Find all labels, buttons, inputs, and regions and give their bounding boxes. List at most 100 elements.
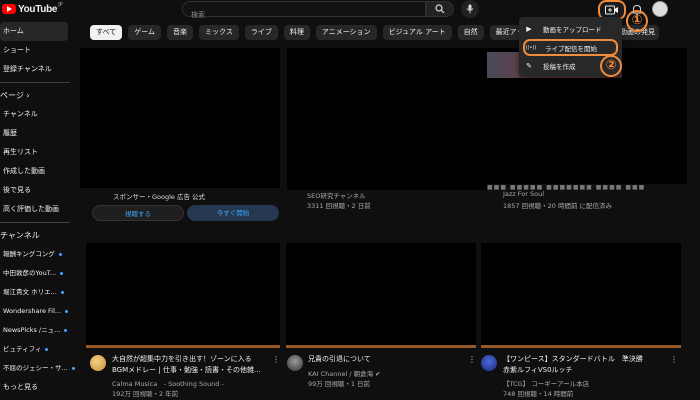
sidebar-item-watch-later[interactable]: 後で見る [0, 181, 76, 200]
annotation-step-1: ① [626, 10, 648, 32]
watch-button[interactable]: 視聴する [92, 205, 184, 221]
chip-mix[interactable]: ミックス [199, 25, 239, 40]
chip-all[interactable]: すべて [90, 25, 123, 40]
channel-avatar[interactable] [90, 355, 106, 371]
new-content-dot [58, 252, 62, 256]
sidebar-sub-label: NewsPicks /ニュ... [3, 326, 61, 334]
create-post-label: 投稿を作成 [543, 63, 576, 71]
chip-nature[interactable]: 自然 [457, 25, 484, 40]
video-title[interactable]: 【ワンピース】スタンダードバトル 準決勝 [503, 354, 643, 365]
sidebar-sub-item[interactable]: 報酬キングコング [0, 245, 76, 264]
video-channel[interactable]: Calma Musica - Soothing Sound - [112, 378, 224, 388]
video-camera-plus-icon [605, 5, 618, 15]
video-channel[interactable]: KAI Channel / 朝倉海 ✔ [308, 368, 381, 378]
chip-cooking[interactable]: 料理 [283, 25, 310, 40]
chip-live[interactable]: ライブ [244, 25, 278, 40]
new-content-dot [64, 328, 68, 332]
voice-search-button[interactable] [461, 0, 479, 18]
play-square-icon: ▶ [526, 25, 532, 33]
ad-sponsor-meta: スポンサー・Google 広告 公式 [113, 193, 206, 201]
new-content-dot [71, 366, 75, 370]
sidebar-sub-item[interactable]: ビュティフィ [0, 340, 76, 359]
account-avatar[interactable] [652, 1, 668, 17]
sidebar-show-more[interactable]: もっと見る [0, 378, 76, 397]
video-title-line2[interactable]: 赤紫ルフィVS0ルッチ [503, 365, 573, 376]
upload-video-item[interactable]: ▶ 動画をアップロード [523, 22, 618, 36]
sidebar-item-channel[interactable]: チャンネル [0, 105, 76, 124]
ad-video-thumbnail[interactable] [80, 48, 280, 188]
logo-region: JP [58, 2, 63, 8]
sidebar-item-home[interactable]: ホーム [0, 22, 68, 41]
sidebar-sub-label: 不屈のジェシー・サ... [3, 364, 68, 372]
video-channel: Jazz For Soul [503, 190, 545, 198]
video-stats: 3311 回視聴・2 日前 [307, 202, 371, 210]
sidebar-sub-label: ビュティフィ [3, 345, 42, 353]
video-stats: 1857 回視聴・20 時間前 に配信済み [503, 202, 613, 210]
more-options-icon[interactable]: ⋮ [272, 355, 280, 364]
video-channel[interactable]: 【TCG】 コーギーアール本店 [503, 378, 589, 388]
sidebar-item-subscriptions[interactable]: 登録チャンネル [0, 60, 76, 79]
video-title[interactable]: 兄貴の引退について [308, 354, 371, 365]
sidebar-you-header[interactable]: ページ › [0, 86, 76, 105]
sidebar-sub-item[interactable]: 中田敦彦のYouT... [0, 264, 76, 283]
chip-animation[interactable]: アニメーション [315, 25, 377, 40]
watch-progress-bar [286, 345, 476, 348]
verified-icon: ✔ [375, 370, 381, 378]
chip-gaming[interactable]: ゲーム [128, 25, 162, 40]
edit-pencil-icon: ✎ [526, 62, 532, 70]
sidebar-item-liked[interactable]: 高く評価した動画 [0, 200, 76, 219]
new-content-dot [45, 347, 49, 351]
watch-progress-bar [481, 345, 681, 348]
video-title[interactable]: 大自然が超集中力を引き出す！ゾーンに入る [112, 354, 252, 365]
search-button[interactable] [426, 1, 454, 17]
search-box[interactable] [182, 1, 426, 22]
annotation-step-2: ② [600, 55, 622, 77]
sidebar-sub-item[interactable]: 堀江貴文 ホリエ... [0, 283, 76, 302]
logo-text: YouTube [18, 3, 58, 15]
sidebar: ホーム ショート 登録チャンネル ページ › チャンネル 履歴 再生リスト 作成… [0, 22, 76, 400]
sidebar-sub-item[interactable]: Wondershare Fil... [0, 302, 76, 321]
video-thumbnail[interactable] [287, 48, 487, 190]
more-options-icon[interactable]: ⋮ [468, 355, 476, 364]
sidebar-subscriptions-header: チャンネル [0, 231, 40, 240]
new-content-dot [60, 271, 64, 275]
channel-name: KAI Channel / 朝倉海 [308, 370, 374, 378]
go-live-item[interactable]: ((•)) ライブ配信を開始 [523, 39, 618, 56]
video-thumbnail[interactable] [86, 243, 280, 345]
start-now-button[interactable]: 今すぐ開始 [187, 205, 279, 221]
sidebar-divider [0, 222, 70, 223]
video-stats: 748 回視聴・14 時間前 [503, 390, 574, 398]
sidebar-sub-label: 報酬キングコング [3, 250, 55, 258]
sidebar-sub-label: 堀江貴文 ホリエ... [3, 288, 57, 296]
sidebar-divider [0, 82, 70, 83]
chip-music[interactable]: 音楽 [167, 25, 194, 40]
channel-avatar[interactable] [287, 355, 303, 371]
video-stats: 192万 回視聴・2 年前 [112, 390, 179, 398]
sidebar-sub-item[interactable]: 不屈のジェシー・サ... [0, 359, 76, 378]
search-icon [435, 4, 445, 14]
more-options-icon[interactable]: ⋮ [670, 355, 678, 364]
sidebar-sub-item[interactable]: NewsPicks /ニュ... [0, 321, 76, 340]
sidebar-you-label: ページ [0, 91, 24, 100]
sidebar-sub-label: 中田敦彦のYouT... [3, 269, 57, 277]
microphone-icon [466, 4, 474, 14]
channel-avatar[interactable] [481, 355, 497, 371]
chevron-right-icon: › [26, 91, 30, 100]
upload-video-label: 動画をアップロード [543, 26, 602, 34]
sidebar-sub-label: Wondershare Fil... [3, 307, 62, 315]
live-broadcast-icon: ((•)) [525, 44, 537, 51]
youtube-play-icon [2, 4, 16, 14]
sidebar-item-shorts[interactable]: ショート [0, 41, 76, 60]
sidebar-item-your-videos[interactable]: 作成した動画 [0, 162, 76, 181]
video-stats: 99万 回視聴・1 日前 [308, 380, 371, 388]
video-thumbnail[interactable] [481, 243, 681, 345]
new-content-dot [60, 290, 64, 294]
video-thumbnail[interactable] [286, 243, 476, 345]
youtube-logo[interactable]: YouTube JP [2, 2, 63, 16]
sidebar-item-history[interactable]: 履歴 [0, 124, 76, 143]
video-title-line2[interactable]: BGMメドレー | 仕事・勉強・読書・その他雑... [112, 365, 261, 376]
chip-visual-art[interactable]: ビジュアル アート [382, 25, 452, 40]
search-input[interactable] [183, 8, 425, 22]
watch-progress-bar [86, 345, 280, 348]
sidebar-item-playlists[interactable]: 再生リスト [0, 143, 76, 162]
